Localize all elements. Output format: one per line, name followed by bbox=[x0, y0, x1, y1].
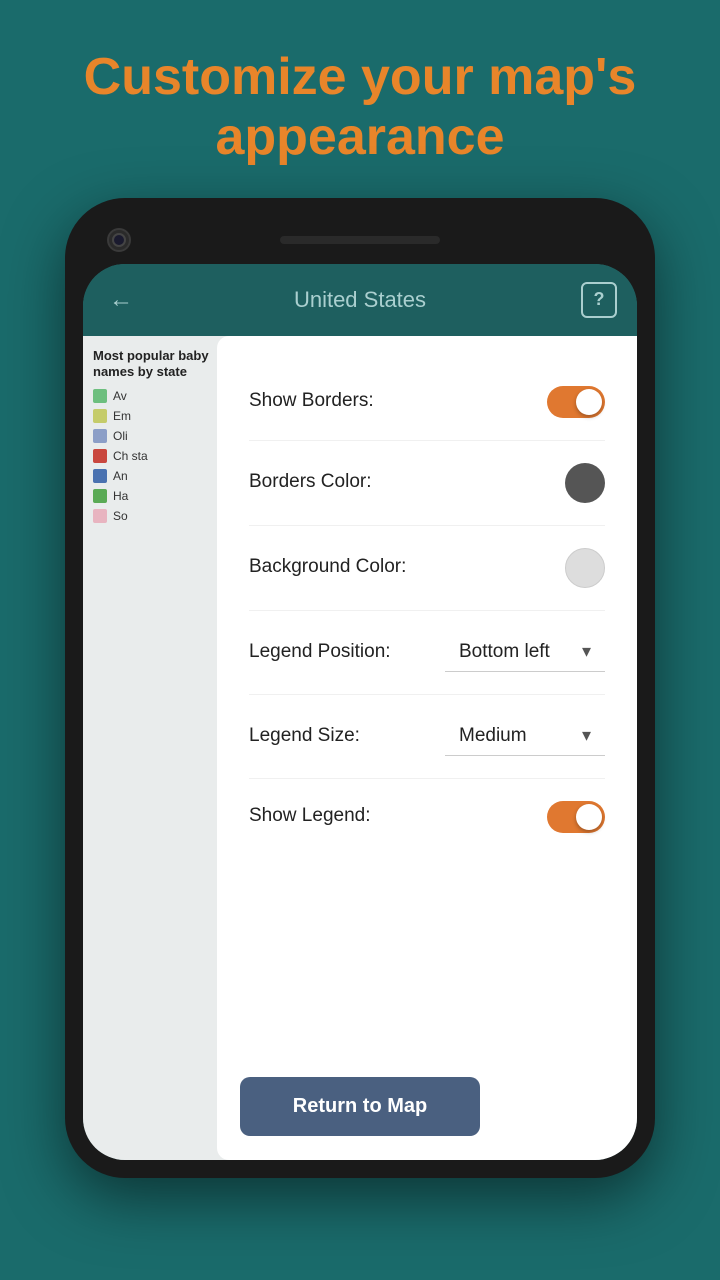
legend-item-label: Ch sta bbox=[113, 449, 148, 463]
show-borders-row: Show Borders: bbox=[249, 364, 605, 441]
legend-item-label: So bbox=[113, 509, 128, 523]
legend-swatch bbox=[93, 429, 107, 443]
return-button-area: Return to Map bbox=[240, 1077, 480, 1136]
map-area: Most popular baby names by state Av Em O… bbox=[83, 336, 637, 1160]
legend-swatch bbox=[93, 389, 107, 403]
show-borders-label: Show Borders: bbox=[249, 389, 547, 414]
app-toolbar: ← United States ? bbox=[83, 264, 637, 336]
show-borders-toggle[interactable] bbox=[547, 386, 605, 418]
legend-swatch bbox=[93, 409, 107, 423]
borders-color-row: Borders Color: bbox=[249, 441, 605, 526]
page-title: Customize your map's appearance bbox=[40, 48, 680, 168]
legend-item-label: An bbox=[113, 469, 128, 483]
legend-title: Most popular baby names by state bbox=[93, 348, 233, 382]
borders-color-label: Borders Color: bbox=[249, 470, 565, 495]
legend-size-value: Medium bbox=[459, 725, 527, 747]
legend-position-value: Bottom left bbox=[459, 641, 550, 663]
toolbar-title: United States bbox=[294, 287, 426, 313]
legend-size-label: Legend Size: bbox=[249, 724, 445, 749]
legend-swatch bbox=[93, 489, 107, 503]
settings-modal: Show Borders: Borders Color: Background … bbox=[217, 336, 637, 1160]
legend-position-row: Legend Position: Bottom left ▾ bbox=[249, 611, 605, 695]
legend-item-label: Oli bbox=[113, 429, 128, 443]
list-item: Em bbox=[93, 409, 233, 423]
show-legend-label: Show Legend: bbox=[249, 804, 547, 829]
back-button[interactable]: ← bbox=[103, 282, 139, 318]
help-button[interactable]: ? bbox=[581, 282, 617, 318]
list-item: Ch sta bbox=[93, 449, 233, 463]
list-item: Oli bbox=[93, 429, 233, 443]
legend-position-label: Legend Position: bbox=[249, 640, 445, 665]
chevron-down-icon: ▾ bbox=[582, 641, 591, 662]
list-item: Ha bbox=[93, 489, 233, 503]
background-color-picker[interactable] bbox=[565, 548, 605, 588]
phone-frame: ← United States ? Most popular baby name… bbox=[65, 198, 655, 1178]
list-item: An bbox=[93, 469, 233, 483]
background-color-row: Background Color: bbox=[249, 526, 605, 611]
phone-screen: ← United States ? Most popular baby name… bbox=[83, 264, 637, 1160]
list-item: So bbox=[93, 509, 233, 523]
legend-item-label: Av bbox=[113, 389, 127, 403]
phone-speaker bbox=[280, 236, 440, 244]
toggle-thumb bbox=[576, 804, 602, 830]
legend-swatch bbox=[93, 509, 107, 523]
legend-size-row: Legend Size: Medium ▾ bbox=[249, 695, 605, 779]
legend-swatch bbox=[93, 469, 107, 483]
show-legend-toggle[interactable] bbox=[547, 801, 605, 833]
legend-size-dropdown[interactable]: Medium ▾ bbox=[445, 717, 605, 756]
legend-item-label: Ha bbox=[113, 489, 128, 503]
return-to-map-button[interactable]: Return to Map bbox=[240, 1077, 480, 1136]
list-item: Av bbox=[93, 389, 233, 403]
phone-top-bar bbox=[83, 216, 637, 264]
legend-swatch bbox=[93, 449, 107, 463]
legend-item-label: Em bbox=[113, 409, 131, 423]
chevron-down-icon: ▾ bbox=[582, 725, 591, 746]
show-legend-row: Show Legend: bbox=[249, 779, 605, 855]
legend-position-dropdown[interactable]: Bottom left ▾ bbox=[445, 633, 605, 672]
toggle-thumb bbox=[576, 389, 602, 415]
page-header: Customize your map's appearance bbox=[0, 0, 720, 198]
background-color-label: Background Color: bbox=[249, 555, 565, 580]
borders-color-picker[interactable] bbox=[565, 463, 605, 503]
phone-camera bbox=[107, 228, 131, 252]
